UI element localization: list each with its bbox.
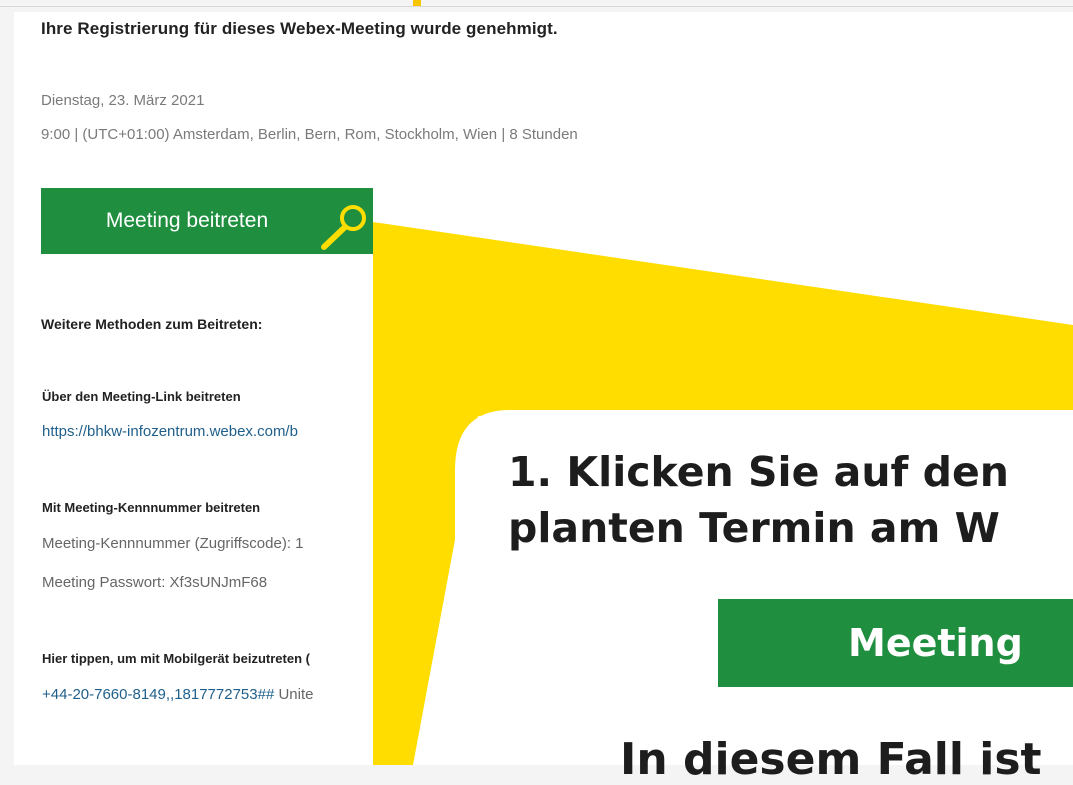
callout-line-1: 1. Klicken Sie auf den [508, 448, 1009, 496]
magnifier-icon [321, 205, 366, 250]
callout-meeting-button: Meeting [718, 599, 1073, 687]
callout-line-2: planten Termin am W [508, 504, 1000, 552]
callout-instruction: 1. Klicken Sie auf den planten Termin am… [508, 444, 1009, 556]
callout-bottom-text: In diesem Fall ist [620, 734, 1042, 785]
callout-meeting-label: Meeting [848, 621, 1023, 665]
